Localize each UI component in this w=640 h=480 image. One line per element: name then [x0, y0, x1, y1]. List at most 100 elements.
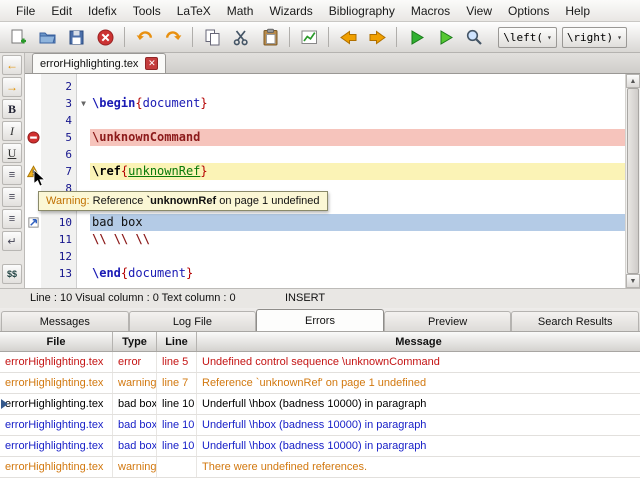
- quick-build-button[interactable]: [403, 24, 429, 50]
- fold-slot: [77, 146, 90, 163]
- line-number: 12: [41, 248, 77, 265]
- newline-button[interactable]: ↵: [2, 231, 22, 251]
- table-row[interactable]: errorHighlighting.texbad boxline 10Under…: [0, 436, 640, 457]
- menu-item-view[interactable]: View: [458, 2, 500, 20]
- back-arrow-button[interactable]: [335, 24, 361, 50]
- fold-slot: [77, 112, 90, 129]
- editor-line[interactable]: 11\\ \\ \\: [25, 231, 625, 248]
- code-text: \ref{unknownRef}: [90, 163, 625, 180]
- italic-button[interactable]: I: [2, 121, 22, 141]
- editor-line[interactable]: 13\end{document}: [25, 265, 625, 282]
- underline-icon: U: [8, 146, 17, 161]
- forward-arrow-button[interactable]: [364, 24, 390, 50]
- panel-tab-messages[interactable]: Messages: [1, 311, 129, 331]
- menu-item-edit[interactable]: Edit: [43, 2, 80, 20]
- menu-item-options[interactable]: Options: [500, 2, 557, 20]
- scrollbar-down-icon[interactable]: ▼: [626, 274, 640, 288]
- redo-button[interactable]: [160, 24, 186, 50]
- structure-prev-button[interactable]: ←: [2, 55, 22, 75]
- column-header-message[interactable]: Message: [197, 332, 640, 351]
- menu-item-bibliography[interactable]: Bibliography: [321, 2, 403, 20]
- editor-line[interactable]: 12: [25, 248, 625, 265]
- line-mark-slot: [25, 112, 41, 129]
- toolbar: \left(▾\right)▾: [0, 22, 640, 53]
- table-row[interactable]: errorHighlighting.texwarningline 7Refere…: [0, 373, 640, 394]
- document-tab[interactable]: errorHighlighting.tex ✕: [32, 53, 166, 73]
- scrollbar-up-icon[interactable]: ▲: [626, 74, 640, 88]
- menu-item-idefix[interactable]: Idefix: [80, 2, 125, 20]
- new-file-button[interactable]: [5, 24, 31, 50]
- undo-icon: [135, 28, 154, 47]
- cell-line: line 10: [157, 415, 197, 435]
- menu-item-help[interactable]: Help: [557, 2, 598, 20]
- cell-line: line 10: [157, 394, 197, 414]
- column-header-line[interactable]: Line: [157, 332, 197, 351]
- line-mark-slot: [25, 248, 41, 265]
- code-segment: document: [128, 266, 186, 280]
- menu-item-math[interactable]: Math: [219, 2, 262, 20]
- toolbar-separator: [124, 27, 125, 47]
- save-button[interactable]: [63, 24, 89, 50]
- editor[interactable]: 23▼\begin{document}45\unknownCommand67\r…: [25, 74, 640, 288]
- editor-scrollbar[interactable]: ▲ ▼: [625, 74, 640, 288]
- copy-button[interactable]: [199, 24, 225, 50]
- list-button-3[interactable]: ≡: [2, 209, 22, 229]
- table-row[interactable]: errorHighlighting.texbad boxline 10Under…: [0, 415, 640, 436]
- panel-tab-search-results[interactable]: Search Results: [511, 311, 639, 331]
- paste-icon: [261, 28, 280, 47]
- menu-item-macros[interactable]: Macros: [403, 2, 458, 20]
- line-mark-slot: [25, 78, 41, 95]
- errors-table-header: FileTypeLineMessage: [0, 332, 640, 352]
- menu-item-wizards[interactable]: Wizards: [261, 2, 320, 20]
- editor-line[interactable]: 2: [25, 78, 625, 95]
- cut-button[interactable]: [228, 24, 254, 50]
- right-delimiter-dropdown[interactable]: \right)▾: [562, 27, 627, 48]
- column-header-file[interactable]: File: [0, 332, 113, 351]
- cell-message: Underfull \hbox (badness 10000) in parag…: [197, 394, 640, 414]
- current-row-marker: [1, 399, 8, 409]
- chart-button[interactable]: [296, 24, 322, 50]
- editor-line[interactable]: 6: [25, 146, 625, 163]
- tab-close-icon[interactable]: ✕: [145, 57, 158, 70]
- panel-tab-preview[interactable]: Preview: [384, 311, 512, 331]
- latex-run-button[interactable]: [432, 24, 458, 50]
- panel-tab-log-file[interactable]: Log File: [129, 311, 257, 331]
- panel-tab-errors[interactable]: Errors: [256, 309, 384, 331]
- left-delimiter-dropdown[interactable]: \left(▾: [498, 27, 557, 48]
- paste-button[interactable]: [257, 24, 283, 50]
- table-row[interactable]: errorHighlighting.texerrorline 5Undefine…: [0, 352, 640, 373]
- table-row[interactable]: errorHighlighting.texwarningThere were u…: [0, 457, 640, 478]
- list-button-1[interactable]: ≡: [2, 165, 22, 185]
- close-file-button[interactable]: [92, 24, 118, 50]
- line-number: 2: [41, 78, 77, 95]
- editor-line[interactable]: 7\ref{unknownRef}: [25, 163, 625, 180]
- editor-line[interactable]: 10bad box: [25, 214, 625, 231]
- editor-line[interactable]: 5\unknownCommand: [25, 129, 625, 146]
- cell-type: bad box: [113, 394, 157, 414]
- dropdown-label: \left(: [503, 31, 543, 44]
- table-row[interactable]: errorHighlighting.texbad boxline 10Under…: [0, 394, 640, 415]
- cell-line: line 7: [157, 373, 197, 393]
- forward-arrow-icon: [368, 28, 387, 47]
- bold-icon: B: [8, 102, 16, 117]
- undo-button[interactable]: [131, 24, 157, 50]
- math-dollars-button[interactable]: $$: [2, 264, 22, 284]
- editor-line[interactable]: 4: [25, 112, 625, 129]
- editor-line[interactable]: 3▼\begin{document}: [25, 95, 625, 112]
- view-button[interactable]: [461, 24, 487, 50]
- bold-button[interactable]: B: [2, 99, 22, 119]
- code-text: \\ \\ \\: [90, 231, 625, 248]
- open-folder-button[interactable]: [34, 24, 60, 50]
- menu-item-latex[interactable]: LaTeX: [169, 2, 219, 20]
- fold-slot: [77, 214, 90, 231]
- menu-item-tools[interactable]: Tools: [125, 2, 169, 20]
- underline-button[interactable]: U: [2, 143, 22, 163]
- fold-marker-icon[interactable]: ▼: [77, 95, 90, 112]
- scrollbar-thumb[interactable]: [627, 88, 639, 274]
- list-button-2[interactable]: ≡: [2, 187, 22, 207]
- badbox-mark-icon: [25, 214, 41, 231]
- column-header-type[interactable]: Type: [113, 332, 157, 351]
- cell-file: errorHighlighting.tex: [0, 373, 113, 393]
- structure-next-button[interactable]: →: [2, 77, 22, 97]
- menu-item-file[interactable]: File: [8, 2, 43, 20]
